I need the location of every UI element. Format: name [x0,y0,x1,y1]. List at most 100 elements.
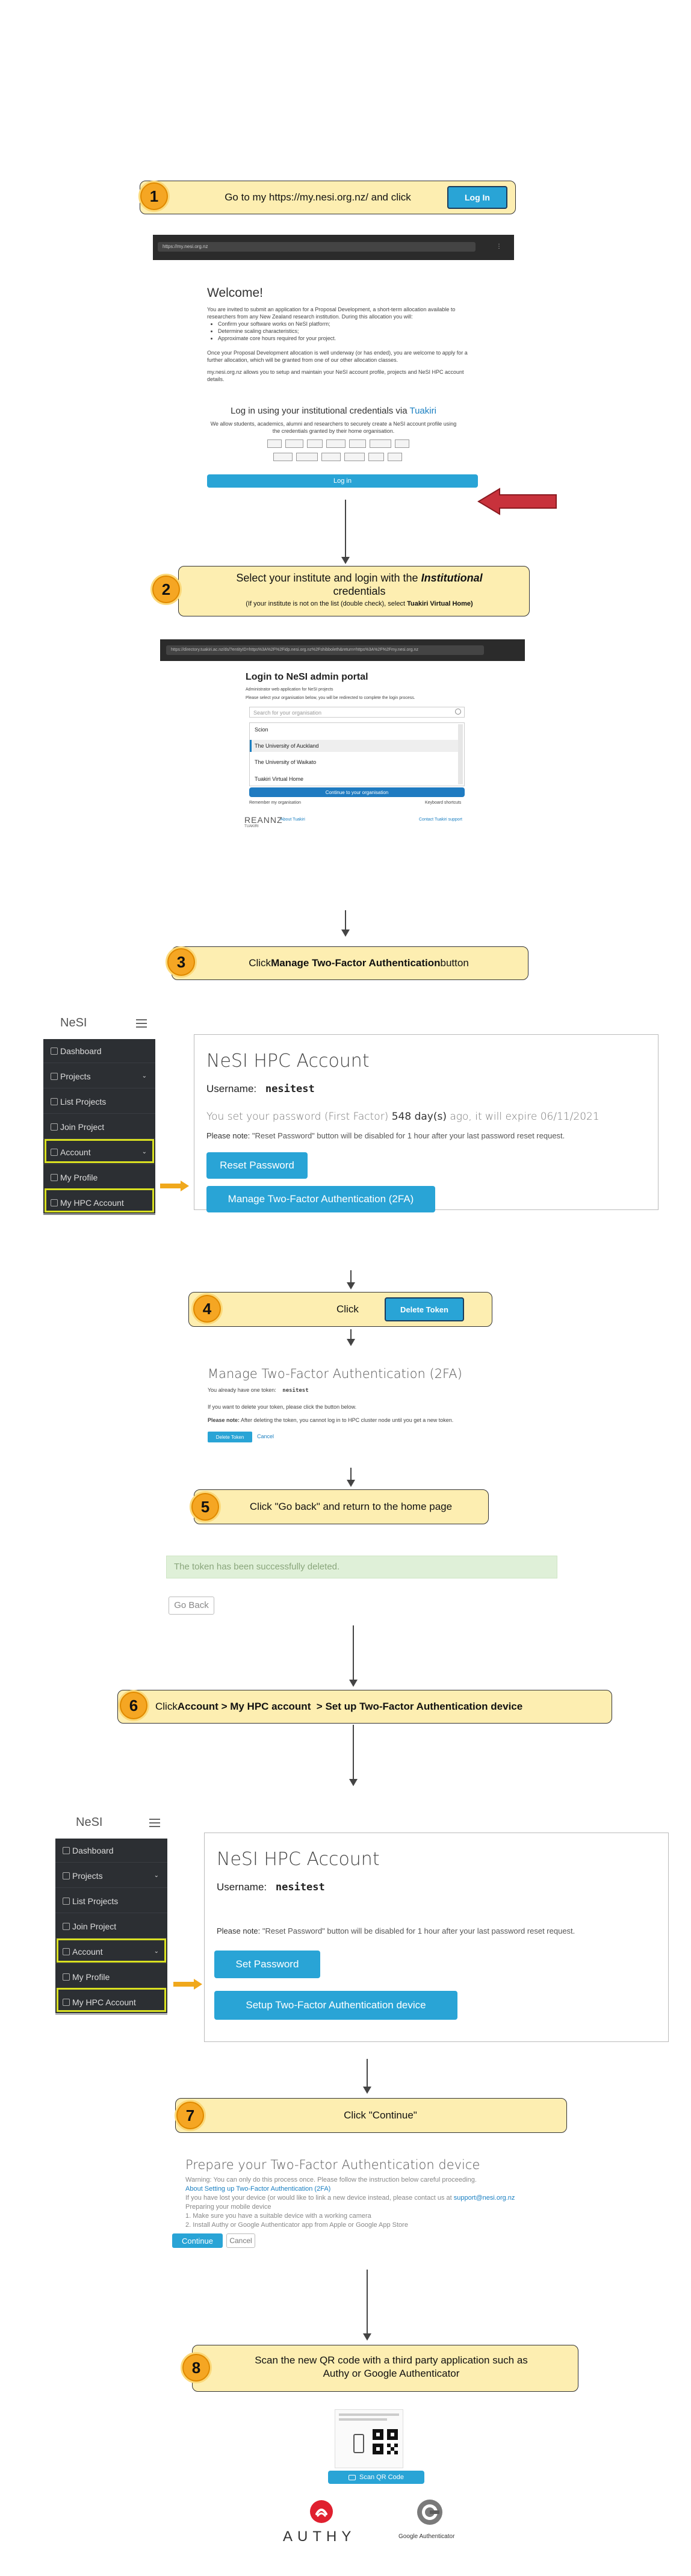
support-email-link[interactable]: support@nesi.org.nz [454,2194,515,2202]
chevron-down-icon: ⌄ [141,1073,147,1079]
list-icon [63,1897,70,1905]
set-password-button[interactable]: Set Password [214,1951,320,1978]
step1-banner: Go to my https://my.nesi.org.nz/ and cli… [140,181,516,214]
browser-menu-icon[interactable]: ⋮ [496,243,503,250]
hamburger-menu-icon[interactable] [136,1019,147,1028]
flow-arrow [349,1625,358,1687]
logo [296,453,318,461]
step7-text: Click "Continue" [344,2109,417,2121]
bullet-item: Approximate core hours required for your… [218,335,459,342]
hpc-account-panel-2: NeSI HPC Account Username: nesitest Plea… [204,1833,669,2042]
org-search-input[interactable]: Search for your organisation [249,707,465,718]
cancel-button[interactable]: Cancel [226,2233,255,2248]
sidebar-item-my-profile[interactable]: My Profile [43,1165,155,1190]
chevron-down-icon: ⌄ [153,1872,159,1879]
sidebar-item-list-projects[interactable]: List Projects [43,1090,155,1114]
reset-password-button[interactable]: Reset Password [206,1152,308,1179]
logo [370,439,391,448]
nesi-logo: NeSI [60,1016,87,1030]
org-item[interactable]: Scion [255,727,268,733]
browser-toolbar: https://directory.tuakiri.ac.nz/ds/?enti… [160,639,525,661]
delete-token-button[interactable]: Delete Token [208,1432,252,1442]
projects-icon [51,1072,58,1080]
sidebar-item-dashboard[interactable]: Dashboard [43,1039,155,1063]
sidebar-item-dashboard[interactable]: Dashboard [55,1839,167,1863]
step2-line1-emphasis: Institutional [421,572,483,584]
org-item[interactable]: Tuakiri Virtual Home [255,776,303,782]
logo [285,439,303,448]
manage-2fa-panel: Manage Two-Factor Authentication (2FA) Y… [208,1367,545,1451]
about-tuakiri-link[interactable]: About Tuakiri [280,818,305,822]
step5-number: 5 [190,1491,221,1522]
welcome-para2: Once your Proposal Development allocatio… [207,350,468,363]
about-2fa-link[interactable]: About Setting up Two-Factor Authenticati… [185,2185,330,2193]
continue-to-organisation-button[interactable]: Continue to your organisation [249,787,465,797]
step4-text: Click [336,1303,359,1315]
prepare-title: Prepare your Two-Factor Authentication d… [185,2158,480,2172]
step8-banner: Scan the new QR code with a third party … [192,2345,578,2392]
username-row: Username: nesitest [217,1881,325,1893]
scan-qr-label: Scan QR Code [359,2474,404,2481]
nesi-logo-text: NeSI [60,1016,87,1029]
step3-post: button [440,957,469,969]
list-icon [51,1097,58,1105]
prepare-step-2: 2. Install Authy or Google Authenticator… [185,2221,408,2229]
flow-arrow [347,1329,355,1346]
sidebar-item-join-project[interactable]: Join Project [55,1914,167,1938]
note-text: "Reset Password" button will be disabled… [252,1131,565,1140]
scan-qr-code-button[interactable]: Scan QR Code [328,2471,424,2484]
join-icon [63,1922,70,1930]
welcome-login-button[interactable]: Log in [207,474,478,488]
manage-2fa-button[interactable]: Manage Two-Factor Authentication (2FA) [206,1186,435,1212]
keyboard-shortcuts-link[interactable]: Keyboard shortcuts [425,801,461,805]
go-back-button[interactable]: Go Back [169,1597,214,1615]
flow-arrow [363,2059,371,2094]
search-icon [455,709,461,715]
sidebar-label: Projects [72,1870,103,1881]
sidebar-item-join-project[interactable]: Join Project [43,1115,155,1139]
reannz-logo: REANNZ [244,815,283,825]
step5-banner: Click "Go back" and return to the home p… [194,1489,489,1524]
step8-number: 8 [181,2352,212,2383]
step3-bold: Manage Two-Factor Authentication [271,957,441,969]
login-button-example[interactable]: Log In [447,186,507,209]
org-list[interactable]: Scion The University of Auckland The Uni… [249,722,465,786]
logo [344,453,365,461]
step1-text: Go to my https://my.nesi.org.nz/ and cli… [225,191,411,203]
remember-checkbox[interactable]: Remember my organisation [249,801,301,805]
token-user: nesitest [282,1388,309,1394]
sidebar-label: Join Project [60,1122,105,1132]
delete-token-button-example[interactable]: Delete Token [385,1297,464,1321]
step3-banner: Click Manage Two-Factor Authentication b… [172,946,528,980]
sidebar-item-projects[interactable]: Projects ⌄ [55,1864,167,1888]
success-alert-text: The token has been successfully deleted. [174,1562,340,1572]
tuakiri-link[interactable]: Tuakiri [409,406,436,416]
logo [388,453,402,461]
sidebar-item-list-projects[interactable]: List Projects [55,1889,167,1913]
sidebar-label: Dashboard [72,1845,114,1855]
logo [326,439,346,448]
step2-note-bold: Tuakiri Virtual Home) [407,600,473,607]
org-item[interactable]: The University of Waikato [255,759,316,765]
cancel-link[interactable]: Cancel [257,1433,274,1439]
delete-note: Please note: After deleting the token, y… [208,1417,453,1423]
list-scrollbar[interactable] [458,724,463,784]
welcome-title: Welcome! [207,286,263,300]
sidebar-item-projects[interactable]: Projects ⌄ [43,1064,155,1088]
manage-2fa-title: Manage Two-Factor Authentication (2FA) [208,1367,462,1381]
contact-support-link[interactable]: Contact Tuakiri support [419,818,462,822]
continue-button[interactable]: Continue [172,2233,223,2248]
setup-2fa-device-button[interactable]: Setup Two-Factor Authentication device [214,1991,457,2020]
step2-line2: credentials [333,585,386,597]
highlight-account [57,1938,166,1963]
username-value: nesitest [265,1083,315,1095]
step3-number: 3 [166,946,197,978]
address-bar[interactable]: https://my.nesi.org.nz [158,242,476,252]
profile-icon [63,1973,70,1981]
step2-banner: Select your institute and login with the… [178,566,530,616]
sidebar-item-my-profile[interactable]: My Profile [55,1965,167,1989]
hamburger-menu-icon[interactable] [149,1819,160,1827]
org-item[interactable]: The University of Auckland [255,743,319,749]
address-bar[interactable]: https://directory.tuakiri.ac.nz/ds/?enti… [166,645,484,655]
step3-pre: Click [249,957,271,969]
